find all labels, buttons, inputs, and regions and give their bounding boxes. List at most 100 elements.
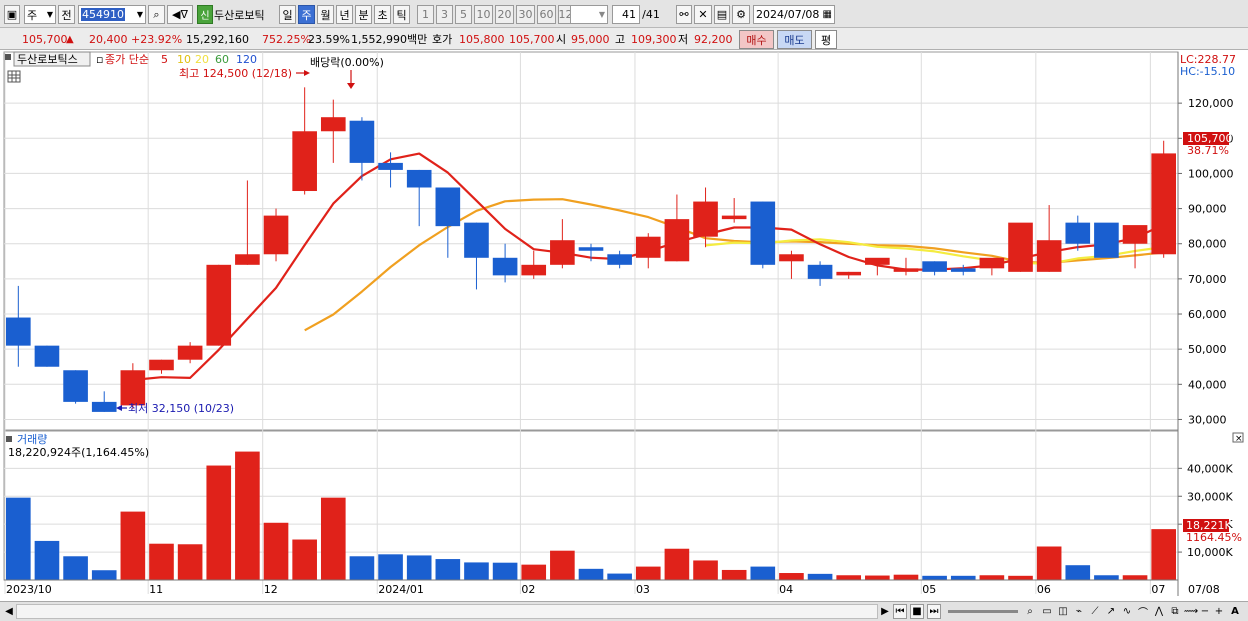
volume-bar	[378, 554, 403, 580]
draw-tool-icon[interactable]: ⌁	[1072, 604, 1086, 619]
draw-line-icon[interactable]: ⟋	[1088, 604, 1102, 619]
candle	[63, 370, 88, 404]
period-tab-2[interactable]: 월	[317, 5, 334, 24]
ma-period-20: 20	[195, 53, 209, 66]
zoom-slider-track[interactable]	[948, 610, 1018, 613]
save-icon[interactable]: ▤	[714, 5, 730, 24]
volume-bar	[893, 574, 919, 580]
interval-button-3[interactable]: 3	[436, 5, 453, 24]
volume-tick-label: 10,000K	[1187, 546, 1233, 559]
candle-body	[836, 271, 862, 276]
period-tab-1[interactable]: 주	[298, 5, 315, 24]
scroll-left-icon[interactable]: ◀	[3, 604, 15, 619]
candle-body	[521, 264, 547, 276]
interval-button-1[interactable]: 1	[417, 5, 434, 24]
gear-icon[interactable]: ⚙	[732, 5, 750, 24]
candle-body	[1008, 222, 1033, 272]
volume-bar	[922, 575, 947, 580]
candle-body	[779, 254, 804, 262]
volume-bar	[149, 543, 174, 580]
volume-bar	[979, 575, 1005, 580]
draw-arc-icon[interactable]: ⌒	[1136, 604, 1150, 619]
stop-icon[interactable]: ■	[910, 604, 924, 619]
text-tool-icon[interactable]: A	[1228, 604, 1242, 619]
period-tab-4[interactable]: 분	[355, 5, 372, 24]
sell-button[interactable]: 매도	[777, 30, 812, 49]
candle-body	[1065, 222, 1091, 244]
panel-marker-icon	[6, 436, 12, 442]
prev-button[interactable]: 전	[58, 5, 75, 24]
candle	[1094, 222, 1119, 258]
current-price: 105,700	[22, 33, 68, 46]
calendar-icon[interactable]: ▦	[823, 9, 832, 20]
interval-button-5[interactable]: 5	[455, 5, 472, 24]
volume-bar	[206, 465, 232, 580]
period-tab-6[interactable]: 틱	[393, 5, 410, 24]
low-label: 저	[678, 33, 689, 46]
horizontal-scroll-track[interactable]	[16, 604, 878, 619]
new-badge[interactable]: 신	[197, 5, 213, 24]
speaker-icon[interactable]: ◀ᐁ	[167, 5, 193, 24]
page-counter-input[interactable]: 41	[612, 5, 640, 24]
period-select[interactable]: 주 ▼	[24, 5, 56, 24]
candle-body	[950, 268, 976, 272]
x-tick-label: 2023/10	[6, 583, 52, 596]
layout-split-icon[interactable]: ◫	[1056, 604, 1070, 619]
ma-period-120: 120	[236, 53, 257, 66]
search-icon[interactable]: ⌕	[148, 5, 165, 24]
toolbar: ▣ 주 ▼ 전 454910 ▼ ⌕ ◀ᐁ 신 두산로보틱 일주월년분초틱 1351…	[0, 0, 1248, 28]
volume-bar	[320, 497, 346, 580]
last-page-icon[interactable]: ⏭	[927, 604, 941, 619]
turnover-rate: 23.59%	[308, 33, 350, 46]
close-icon[interactable]: ×	[1235, 434, 1243, 444]
x-tick-label: 02	[521, 583, 535, 596]
period-tab-0[interactable]: 일	[279, 5, 296, 24]
draw-trend-icon[interactable]: ↗	[1104, 604, 1118, 619]
period-tab-5[interactable]: 초	[374, 5, 391, 24]
price-tick-label: 80,000	[1188, 238, 1227, 251]
table-icon[interactable]	[7, 70, 21, 83]
candle	[206, 264, 232, 346]
interval-button-60[interactable]: 60	[537, 5, 556, 24]
flat-button[interactable]: 평	[815, 30, 837, 49]
volume-bar	[464, 562, 489, 580]
volume-bar	[550, 550, 575, 580]
date-input[interactable]: 2024/07/08 ▦	[753, 5, 835, 24]
stock-code-value: 454910	[81, 8, 125, 21]
draw-wave-icon[interactable]: ∿	[1120, 604, 1134, 619]
period-tab-3[interactable]: 년	[336, 5, 353, 24]
candle-body	[492, 257, 518, 276]
candle-body	[149, 359, 174, 371]
draw-fib-icon[interactable]: ⋀	[1152, 604, 1166, 619]
buy-button[interactable]: 매수	[739, 30, 774, 49]
stock-chart[interactable]: 120,000110,000100,00090,00080,00070,0006…	[0, 50, 1248, 601]
chevron-down-icon: ▼	[598, 10, 605, 19]
layout-icon[interactable]: ▭	[1040, 604, 1054, 619]
stock-name: 두산로보틱	[214, 8, 265, 22]
trend-icon[interactable]: ⟿	[1184, 604, 1198, 619]
crosshair-icon[interactable]: ✕	[694, 5, 712, 24]
x-tick-label-last: 07/08	[1188, 583, 1220, 596]
x-tick-label: 06	[1037, 583, 1051, 596]
trade-amount: 1,552,990백만	[351, 33, 428, 46]
copy-icon[interactable]: ⧉	[1168, 604, 1182, 619]
x-tick-label: 03	[636, 583, 650, 596]
candle-body	[378, 162, 403, 170]
zoom-out-icon[interactable]: −	[1200, 604, 1210, 619]
binoculars-icon[interactable]: ⚯	[676, 5, 692, 24]
interval-select[interactable]: ▼	[570, 5, 608, 24]
zoom-in-icon[interactable]: ⌕	[1022, 604, 1038, 619]
volume-bar	[664, 548, 690, 580]
price-tick-label: 120,000	[1188, 97, 1234, 110]
scroll-right-icon[interactable]: ▶	[879, 604, 891, 619]
interval-button-20[interactable]: 20	[495, 5, 514, 24]
interval-button-10[interactable]: 10	[474, 5, 493, 24]
window-menu-icon[interactable]: ▣	[4, 5, 20, 24]
stock-code-input[interactable]: 454910 ▼	[78, 5, 146, 24]
ask-price: 105,800	[459, 33, 505, 46]
candle-body	[91, 401, 117, 412]
zoom-plus-icon[interactable]: +	[1214, 604, 1224, 619]
first-page-icon[interactable]: ⏮	[893, 604, 907, 619]
interval-button-30[interactable]: 30	[516, 5, 535, 24]
volume-bar	[836, 575, 862, 580]
